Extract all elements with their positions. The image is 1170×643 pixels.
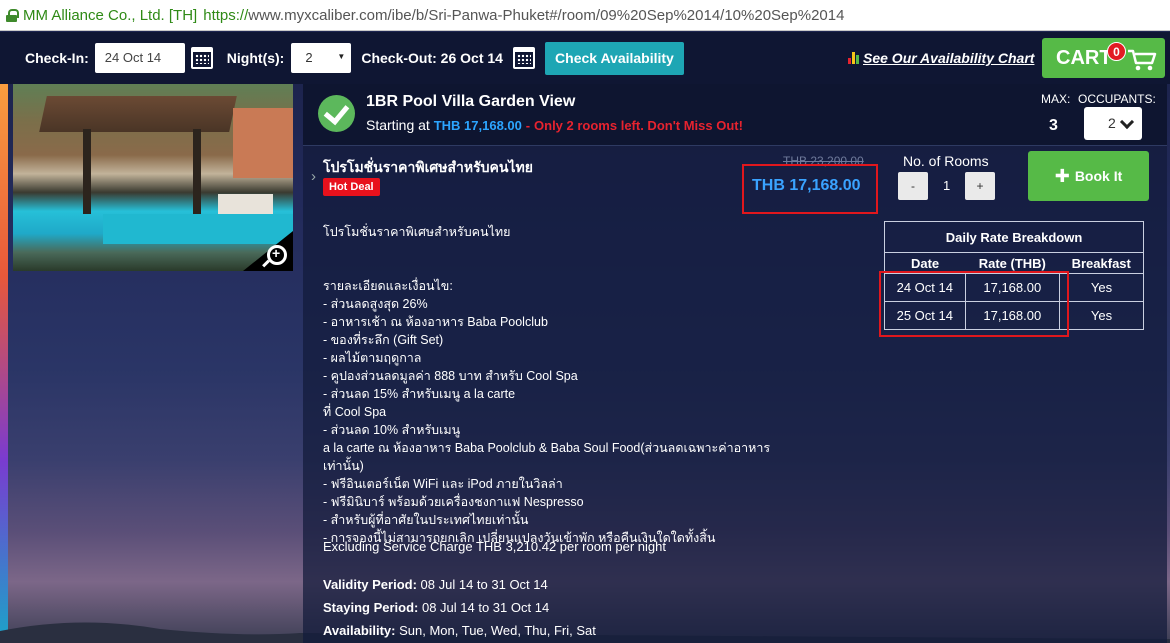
occupants-select[interactable]: 2 (1084, 107, 1142, 140)
address-bar[interactable]: MM Alliance Co., Ltd. [TH] https://www.m… (0, 0, 1170, 31)
booking-toolbar: Check-In: 24 Oct 14 Night(s): 2 Check-Ou… (0, 32, 1170, 84)
terms-heading: รายละเอียดและเงื่อนไข: (323, 279, 453, 293)
url-scheme: https:// (203, 6, 249, 24)
description-intro: โปรโมชั่นราคาพิเศษสำหรับคนไทย (323, 225, 511, 239)
validity-value: 08 Jul 14 to 31 Oct 14 (420, 577, 548, 592)
lock-icon (6, 8, 19, 22)
background-strip (0, 32, 8, 643)
service-charge-note: Excluding Service Charge THB 3,210.42 pe… (323, 539, 667, 554)
ev-cert-label: MM Alliance Co., Ltd. [TH] (23, 6, 198, 24)
rooms-count-label: No. of Rooms (903, 153, 989, 169)
terms-line: a la carte ณ ห้องอาหาร Baba Poolclub & B… (323, 441, 771, 455)
room-name: 1BR Pool Villa Garden View (366, 93, 576, 110)
chevron-right-icon[interactable]: › (311, 168, 316, 185)
terms-line: ที่ Cool Spa (323, 405, 387, 419)
staying-value: 08 Jul 14 to 31 Oct 14 (421, 600, 550, 615)
rooms-count-value: 1 (943, 178, 951, 193)
staying-label: Staying Period: (323, 600, 419, 615)
url-text[interactable]: www.myxcaliber.com/ibe/b/Sri-Panwa-Phuke… (248, 7, 844, 24)
calendar-icon[interactable] (512, 47, 535, 69)
availability-chart-link-text: See Our Availability Chart (863, 50, 1035, 66)
terms-line: - ส่วนลด 10% สำหรับเมนู (323, 423, 461, 437)
terms-line: - ผลไม้ตามฤดูกาล (323, 351, 422, 365)
photo-wall (233, 108, 293, 178)
plus-icon: ✚ (1054, 165, 1070, 186)
terms-line: - สำหรับผู้ที่อาศัยในประเทศไทยเท่านั้น (323, 513, 529, 527)
room-panel: 1BR Pool Villa Garden View Starting at T… (303, 84, 1167, 643)
column-header-breakfast: Breakfast (1059, 252, 1144, 274)
zoom-button[interactable] (243, 231, 293, 271)
room-starting-line: Starting at THB 17,168.00 - Only 2 rooms… (366, 117, 743, 133)
terms-line: - ส่วนลด 15% สำหรับเมนู a la carte (323, 387, 516, 401)
availability-days: Availability: Sun, Mon, Tue, Wed, Thu, F… (323, 623, 596, 638)
staying-period: Staying Period: 08 Jul 14 to 31 Oct 14 (323, 600, 549, 615)
check-circle-icon (318, 95, 355, 132)
checkout-label: Check-Out: 26 Oct 14 (361, 50, 503, 66)
availability-label: Availability: (323, 623, 396, 638)
max-label: MAX: (1041, 92, 1071, 106)
rooms-left-alert: Only 2 rooms left. Don't Miss Out! (534, 118, 743, 133)
book-it-label: Book It (1074, 168, 1123, 184)
checkin-input[interactable]: 24 Oct 14 (94, 43, 185, 73)
cart-icon (1128, 49, 1157, 71)
photo-roof (39, 96, 237, 132)
rooms-decrement-button[interactable]: - (898, 172, 928, 200)
book-it-button[interactable]: ✚ Book It (1028, 151, 1149, 201)
offer-description: โปรโมชั่นราคาพิเศษสำหรับคนไทย รายละเอียด… (323, 223, 793, 547)
rate-table-caption: Daily Rate Breakdown (884, 221, 1144, 253)
terms-line: - อาหารเช้า ณ ห้องอาหาร Baba Poolclub (323, 315, 548, 329)
room-photo[interactable] (13, 84, 293, 271)
check-availability-button[interactable]: Check Availability (544, 41, 684, 75)
photo-pillar (83, 129, 91, 214)
calendar-icon[interactable] (190, 47, 213, 69)
offer-title[interactable]: โปรโมชั่นราคาพิเศษสำหรับคนไทย (323, 157, 533, 179)
rate-breakfast: Yes (1059, 273, 1144, 302)
magnifier-icon (267, 245, 287, 265)
nights-select[interactable]: 2 (291, 43, 352, 73)
bar-chart-icon (848, 52, 859, 64)
starting-at-label: Starting at (366, 117, 430, 133)
terms-line: เท่านั้น) (323, 459, 364, 473)
max-value: 3 (1049, 117, 1058, 134)
cart-button[interactable]: CART 0 (1042, 38, 1165, 78)
terms-line: - ฟรีมินิบาร์ พร้อมด้วยเครื่องชงกาแฟ Nes… (323, 495, 584, 509)
rate-breakfast: Yes (1059, 301, 1144, 330)
terms-line: - ส่วนลดสูงสุด 26% (323, 297, 428, 311)
room-header: 1BR Pool Villa Garden View Starting at T… (303, 84, 1167, 145)
photo-daybed (218, 194, 273, 216)
validity-label: Validity Period: (323, 577, 417, 592)
checkin-label: Check-In: (25, 50, 89, 66)
offer-price: THB 17,168.00 (752, 177, 861, 194)
divider (303, 145, 1167, 146)
nights-label: Night(s): (226, 50, 285, 66)
availability-value: Sun, Mon, Tue, Wed, Thu, Fri, Sat (399, 623, 596, 638)
rooms-increment-button[interactable]: + (965, 172, 995, 200)
occupants-label: OCCUPANTS: (1078, 92, 1156, 106)
highlight-box-rates (879, 271, 1069, 337)
availability-chart-link[interactable]: See Our Availability Chart (848, 50, 1034, 66)
terms-line: - ฟรีอินเตอร์เน็ต WiFi และ iPod ภายในวิล… (323, 477, 563, 491)
cart-label: CART (1056, 46, 1112, 69)
validity-period: Validity Period: 08 Jul 14 to 31 Oct 14 (323, 577, 548, 592)
hot-deal-badge: Hot Deal (323, 178, 380, 196)
terms-line: - ของที่ระลึก (Gift Set) (323, 333, 444, 347)
photo-pillar (193, 129, 201, 214)
dash-separator: - (525, 118, 531, 133)
cart-count-badge: 0 (1107, 42, 1126, 61)
starting-price: THB 17,168.00 (433, 118, 522, 133)
terms-line: - คูปองส่วนลดมูลค่า 888 บาท สำหรับ Cool … (323, 369, 578, 383)
